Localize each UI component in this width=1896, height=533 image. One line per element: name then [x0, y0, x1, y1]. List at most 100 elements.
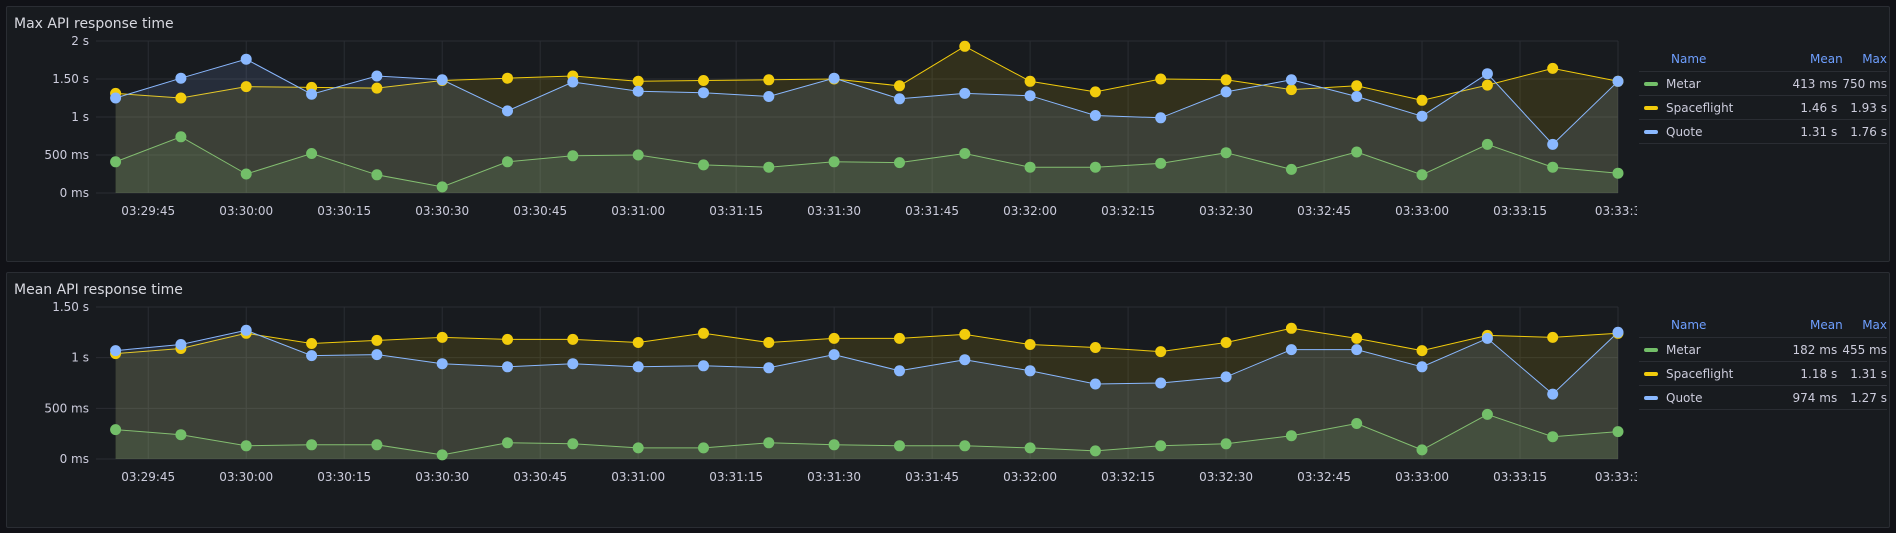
legend-mean-value: 413 ms — [1792, 76, 1838, 91]
data-point — [698, 442, 709, 454]
data-point — [1547, 431, 1559, 443]
data-point — [240, 440, 252, 452]
x-tick-label: 03:32:15 — [1101, 470, 1155, 484]
legend-max-value: 455 ms — [1842, 342, 1887, 357]
data-point — [828, 156, 840, 168]
y-tick-label: 1 s — [71, 110, 89, 124]
data-point — [371, 82, 383, 94]
x-tick-label: 03:33:00 — [1395, 470, 1449, 484]
legend-series-name[interactable]: Metar — [1666, 77, 1701, 91]
x-tick-label: 03:32:45 — [1297, 470, 1351, 484]
legend-header-name[interactable]: Name — [1639, 52, 1786, 66]
x-tick-label: 03:33:3 — [1595, 470, 1637, 484]
data-point — [175, 92, 187, 104]
mean-response-chart: 0 ms 500 ms 1 s 1.50 s 03:29:45 03:30:00 03:30… — [44, 300, 1637, 484]
legend-row-quote[interactable]: Quote 1.31 s 1.76 s — [1639, 120, 1887, 144]
data-point — [1285, 322, 1297, 334]
data-point — [240, 324, 252, 336]
x-tick-label: 03:31:45 — [905, 204, 959, 218]
data-point — [567, 150, 579, 162]
x-tick-label: 03:33:15 — [1493, 470, 1547, 484]
data-point — [959, 40, 971, 52]
legend-header-max[interactable]: Max — [1843, 52, 1887, 66]
data-point — [1155, 346, 1167, 358]
legend-max-value: 1.27 s — [1850, 390, 1887, 405]
data-point — [698, 327, 709, 339]
legend-mean-value: 1.31 s — [1800, 124, 1838, 139]
legend-series-name[interactable]: Quote — [1666, 391, 1702, 405]
data-point — [1481, 138, 1493, 150]
legend-row-spaceflight[interactable]: Spaceflight 1.18 s 1.31 s — [1639, 362, 1887, 386]
mean-response-panel: Mean API response time 0 ms 500 ms 1 s 1.50… — [6, 272, 1890, 528]
data-point — [1285, 344, 1297, 356]
data-point — [502, 105, 513, 117]
data-point — [110, 424, 122, 436]
data-point — [828, 332, 840, 344]
legend-series-name[interactable]: Metar — [1666, 343, 1701, 357]
data-point — [502, 361, 513, 373]
data-point — [1220, 147, 1232, 159]
data-point — [828, 72, 840, 84]
data-point — [959, 87, 971, 99]
data-point — [1351, 344, 1363, 356]
legend-header-max[interactable]: Max — [1843, 318, 1887, 332]
legend-row-metar[interactable]: Metar 182 ms 455 ms — [1639, 338, 1887, 362]
series-color-swatch[interactable] — [1644, 395, 1658, 400]
data-point — [1416, 345, 1428, 357]
legend-series-name[interactable]: Spaceflight — [1666, 101, 1733, 115]
series-color-swatch[interactable] — [1644, 129, 1658, 134]
data-point — [110, 345, 122, 357]
data-point — [959, 354, 971, 366]
legend-table: Name Mean Max Metar 182 ms 455 ms Spacef… — [1639, 313, 1887, 410]
data-point — [1089, 342, 1101, 353]
legend-mean-value: 182 ms — [1792, 342, 1838, 357]
legend-header-mean[interactable]: Mean — [1786, 318, 1843, 332]
data-point — [371, 70, 383, 82]
data-point — [502, 333, 513, 345]
data-point — [240, 81, 252, 93]
data-point — [1220, 371, 1232, 383]
x-tick-label: 03:29:45 — [121, 470, 175, 484]
data-point — [1220, 86, 1232, 98]
data-point — [894, 157, 905, 169]
data-point — [1089, 378, 1101, 390]
series-color-swatch[interactable] — [1644, 81, 1658, 86]
legend-row-metar[interactable]: Metar 413 ms 750 ms — [1639, 72, 1887, 96]
y-tick-label: 1 s — [71, 351, 89, 365]
legend-row-spaceflight[interactable]: Spaceflight 1.46 s 1.93 s — [1639, 96, 1887, 120]
legend-table: Name Mean Max Metar 413 ms 750 ms Spacef… — [1639, 47, 1887, 144]
data-point — [1089, 86, 1101, 98]
data-point — [1155, 157, 1167, 169]
legend-series-name[interactable]: Quote — [1666, 125, 1702, 139]
data-point — [110, 92, 122, 104]
data-point — [371, 169, 383, 181]
legend-series-name[interactable]: Spaceflight — [1666, 367, 1733, 381]
data-point — [1351, 80, 1363, 92]
data-point — [1024, 442, 1036, 454]
data-point — [1547, 62, 1559, 74]
x-tick-label: 03:33:15 — [1493, 204, 1547, 218]
x-tick-label: 03:33:3 — [1595, 204, 1637, 218]
max-response-panel: Max API response time 0 ms 500 ms 1 s 1.50 … — [6, 6, 1890, 262]
y-tick-label: 500 ms — [44, 148, 89, 162]
legend-header-name[interactable]: Name — [1639, 318, 1786, 332]
x-tick-label: 03:30:15 — [317, 470, 371, 484]
series-color-swatch[interactable] — [1644, 105, 1658, 110]
legend-row-quote[interactable]: Quote 974 ms 1.27 s — [1639, 386, 1887, 410]
data-point — [1481, 79, 1493, 91]
data-point — [1612, 326, 1624, 338]
data-point — [894, 93, 905, 105]
data-point — [175, 429, 187, 441]
data-point — [306, 338, 318, 349]
data-point — [1416, 361, 1428, 373]
series-color-swatch[interactable] — [1644, 347, 1658, 352]
data-point — [1220, 438, 1232, 450]
series-color-swatch[interactable] — [1644, 371, 1658, 376]
legend-header-mean[interactable]: Mean — [1786, 52, 1843, 66]
data-point — [436, 331, 448, 343]
data-point — [894, 440, 905, 452]
data-point — [959, 328, 971, 340]
data-point — [828, 349, 840, 361]
data-point — [436, 74, 448, 86]
data-point — [1155, 440, 1167, 452]
